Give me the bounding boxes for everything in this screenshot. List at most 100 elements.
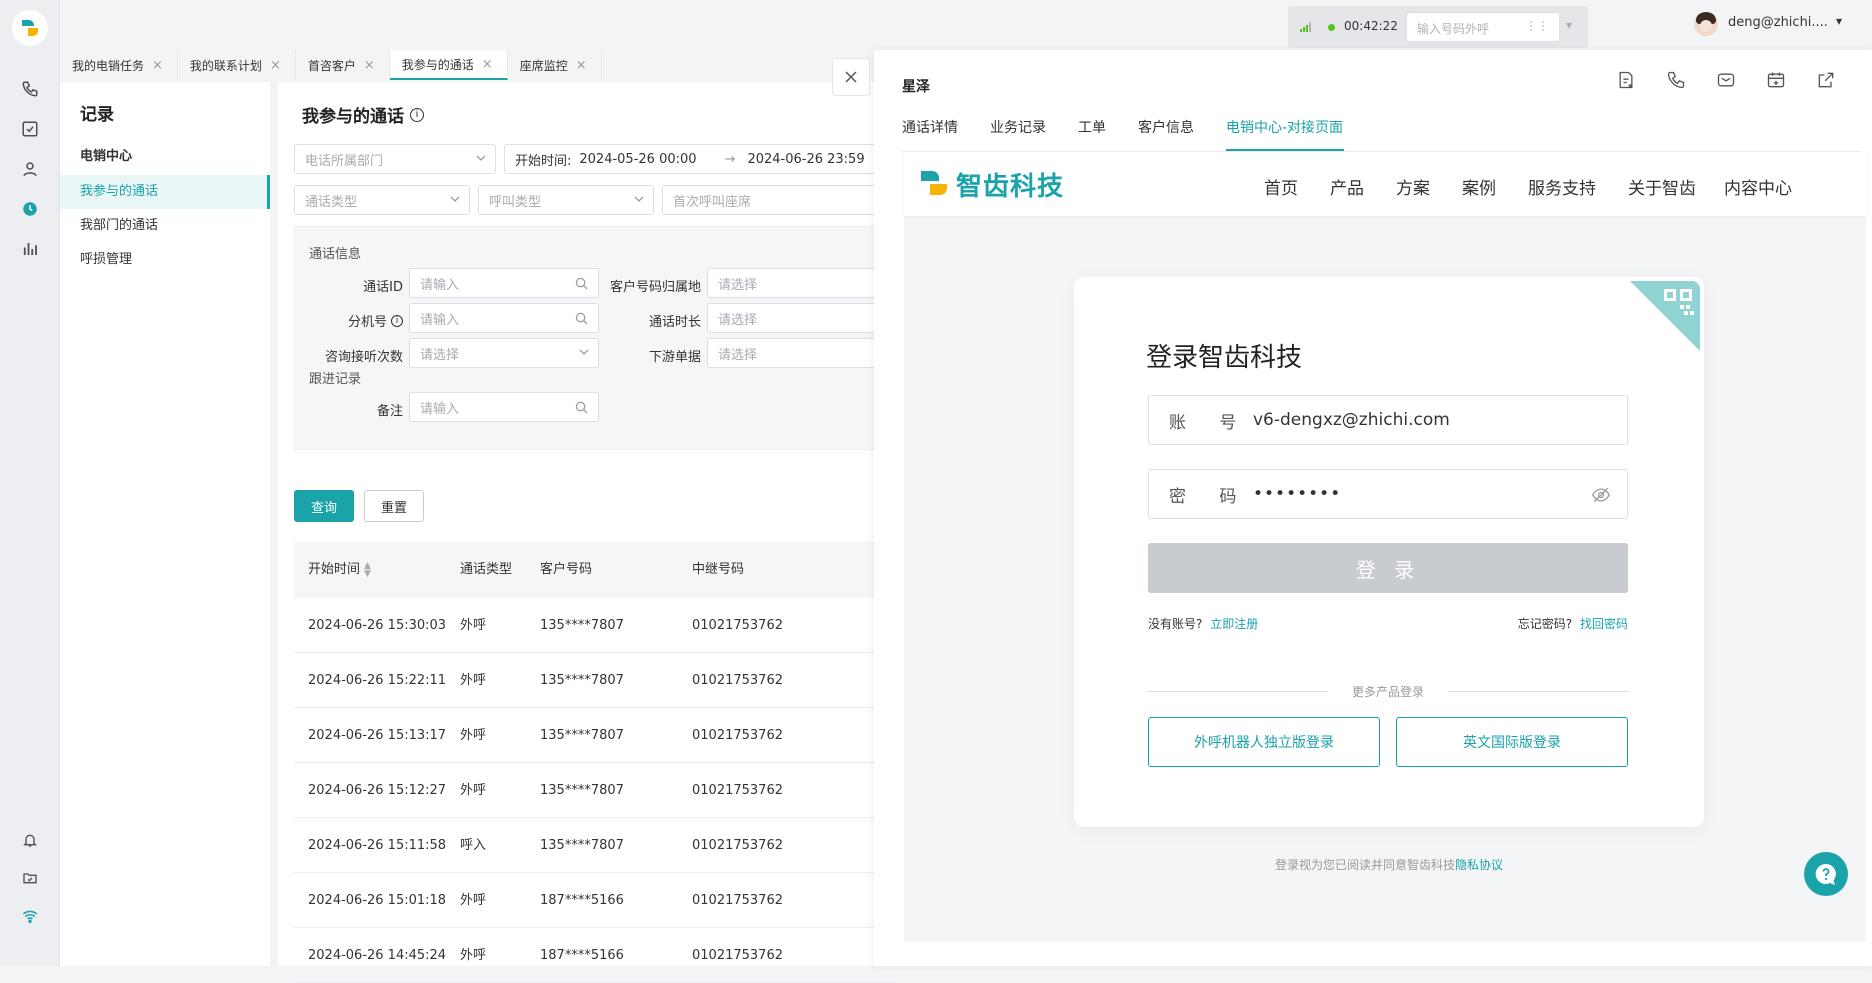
table-row[interactable]: 2024-06-26 15:12:27 外呼 135****7807 01021753… (294, 763, 898, 818)
dialpad-icon[interactable]: ⋮⋮ (1525, 19, 1549, 33)
recover-link[interactable]: 找回密码 (1580, 617, 1628, 631)
tab-call-details[interactable]: 通话详情 (902, 117, 958, 137)
intl-login-button[interactable]: 英文国际版登录 (1396, 717, 1628, 767)
col-start-time[interactable]: 开始时间 ▲ ▼ (308, 542, 371, 598)
close-icon[interactable]: × (364, 58, 375, 73)
customer-icon[interactable] (16, 155, 44, 183)
login-button[interactable]: 登 录 (1148, 543, 1628, 593)
duration-select[interactable]: 请选择 (707, 303, 899, 333)
user-name[interactable]: deng@zhichi.... (1728, 15, 1828, 30)
close-icon[interactable]: × (482, 57, 493, 72)
account-label: 账 号 (1169, 412, 1251, 433)
tab-work-order[interactable]: 工单 (1078, 117, 1106, 137)
sort-icon[interactable]: ▲ ▼ (364, 562, 371, 579)
phone-icon[interactable] (16, 75, 44, 103)
chevron-down-icon[interactable]: ▾ (1566, 18, 1572, 32)
avatar[interactable] (1694, 12, 1718, 36)
select-placeholder: 请选择 (420, 347, 460, 363)
tab-seat-monitor[interactable]: 座席监控 × (507, 50, 602, 80)
schedule-add-icon[interactable] (1766, 70, 1786, 90)
close-icon[interactable]: × (152, 58, 163, 73)
user-menu-chevron-icon[interactable]: ▾ (1836, 14, 1842, 28)
brand-name[interactable]: 智齿科技 (956, 166, 1064, 203)
subnav-group-telesales[interactable]: 电销中心 (60, 140, 270, 174)
col-call-type: 通话类型 (460, 562, 513, 577)
qr-code-icon[interactable] (1630, 281, 1700, 351)
tab-customer-info[interactable]: 客户信息 (1138, 117, 1194, 137)
info-icon[interactable]: i (391, 314, 403, 327)
tab-telesales-portal[interactable]: 电销中心-对接页面 (1226, 117, 1343, 137)
tab-contact-plan[interactable]: 我的联系计划 × (177, 50, 296, 80)
table-row[interactable]: 2024-06-26 14:45:24 外呼 187****5166 01021753… (294, 928, 898, 983)
bell-icon[interactable] (16, 826, 44, 854)
account-value[interactable]: v6-dengxz@zhichi.com (1253, 410, 1450, 430)
subnav-item-dept-calls[interactable]: 我部门的通话 (60, 209, 270, 243)
hide-password-icon[interactable] (1591, 486, 1611, 504)
robot-login-button[interactable]: 外呼机器人独立版登录 (1148, 717, 1380, 767)
tab-my-calls[interactable]: 我参与的通话 × (389, 50, 508, 80)
subnav-item-my-calls[interactable]: 我参与的通话 (60, 175, 270, 209)
divider-left (1148, 691, 1328, 692)
password-field[interactable]: 密 码 •••••••• (1148, 469, 1628, 519)
site-nav-cases[interactable]: 案例 (1462, 174, 1496, 199)
tab-label: 我的电销任务 (72, 58, 145, 73)
col-trunk-number: 中继号码 (692, 562, 745, 577)
close-icon[interactable]: × (270, 58, 281, 73)
call-type-select[interactable]: 通话类型 (294, 185, 470, 215)
ext-input[interactable]: 请输入 (409, 303, 599, 333)
record-clock-icon[interactable] (16, 195, 44, 223)
close-panel-button[interactable] (832, 58, 870, 96)
first-agent-select[interactable]: 首次呼叫座席 (662, 185, 898, 215)
table-row[interactable]: 2024-06-26 15:01:18 外呼 187****5166 01021753… (294, 873, 898, 928)
help-chat-button[interactable] (1804, 852, 1848, 896)
site-nav-about[interactable]: 关于智齿 (1628, 174, 1696, 199)
site-nav-support[interactable]: 服务支持 (1528, 174, 1596, 199)
table-row[interactable]: 2024-06-26 15:30:03 外呼 135****7807 01021753… (294, 598, 898, 653)
login-title: 登录智齿科技 (1146, 343, 1303, 373)
dial-type-select[interactable]: 呼叫类型 (478, 185, 654, 215)
customer-location-select[interactable]: 请选择 (707, 268, 899, 298)
call-id-label: 通话ID (363, 280, 403, 295)
open-external-icon[interactable] (1816, 70, 1836, 90)
table-row[interactable]: 2024-06-26 15:22:11 外呼 135****7807 01021753… (294, 653, 898, 708)
table-row[interactable]: 2024-06-26 15:11:58 呼入 135****7807 01021753… (294, 818, 898, 873)
register-link[interactable]: 立即注册 (1210, 617, 1258, 631)
password-value[interactable]: •••••••• (1253, 484, 1341, 504)
subnav-item-call-loss[interactable]: 呼损管理 (60, 243, 270, 277)
site-nav-solution[interactable]: 方案 (1396, 174, 1430, 199)
end-date-value[interactable]: 2024-06-26 23:59 (747, 152, 864, 167)
date-range-picker[interactable]: 开始时间: 2024-05-26 00:00 → 2024-06-26 23:5… (504, 144, 898, 174)
tab-business-records[interactable]: 业务记录 (990, 117, 1046, 137)
consult-count-select[interactable]: 请选择 (409, 338, 599, 368)
chevron-down-icon (579, 349, 589, 355)
account-field[interactable]: 账 号 v6-dengxz@zhichi.com (1148, 395, 1628, 445)
phone-icon[interactable] (1666, 70, 1686, 90)
tab-telesales-task[interactable]: 我的电销任务 × (60, 50, 178, 80)
reset-button[interactable]: 重置 (364, 490, 424, 522)
tab-first-consult[interactable]: 首咨客户 × (295, 50, 390, 80)
close-icon[interactable]: × (576, 58, 587, 73)
site-nav-home[interactable]: 首页 (1264, 174, 1298, 199)
info-icon[interactable]: i (410, 107, 424, 122)
call-id-input[interactable]: 请输入 (409, 268, 599, 298)
dial-input[interactable]: 输入号码外呼 ⋮⋮ (1406, 12, 1560, 42)
task-check-icon[interactable] (16, 115, 44, 143)
dept-select[interactable]: 电话所属部门 (294, 144, 496, 174)
message-icon[interactable] (1716, 70, 1736, 90)
remark-input[interactable]: 请输入 (409, 392, 599, 422)
site-nav-product[interactable]: 产品 (1330, 174, 1364, 199)
wifi-icon[interactable] (16, 902, 44, 930)
start-date-value[interactable]: 2024-05-26 00:00 (579, 152, 696, 167)
cell-trunk-number: 01021753762 (692, 838, 783, 853)
app-logo[interactable] (12, 10, 48, 46)
downstream-select[interactable]: 请选择 (707, 338, 899, 368)
call-type-placeholder: 通话类型 (305, 194, 358, 210)
table-row[interactable]: 2024-06-26 15:13:17 外呼 135****7807 01021753… (294, 708, 898, 763)
privacy-link[interactable]: 隐私协议 (1455, 858, 1503, 872)
folder-icon[interactable] (16, 864, 44, 892)
cell-customer-number: 135****7807 (540, 673, 624, 688)
add-note-icon[interactable] (1616, 70, 1636, 90)
chart-icon[interactable] (16, 235, 44, 263)
site-nav-content[interactable]: 内容中心 (1724, 174, 1792, 199)
query-button[interactable]: 查询 (294, 490, 354, 522)
